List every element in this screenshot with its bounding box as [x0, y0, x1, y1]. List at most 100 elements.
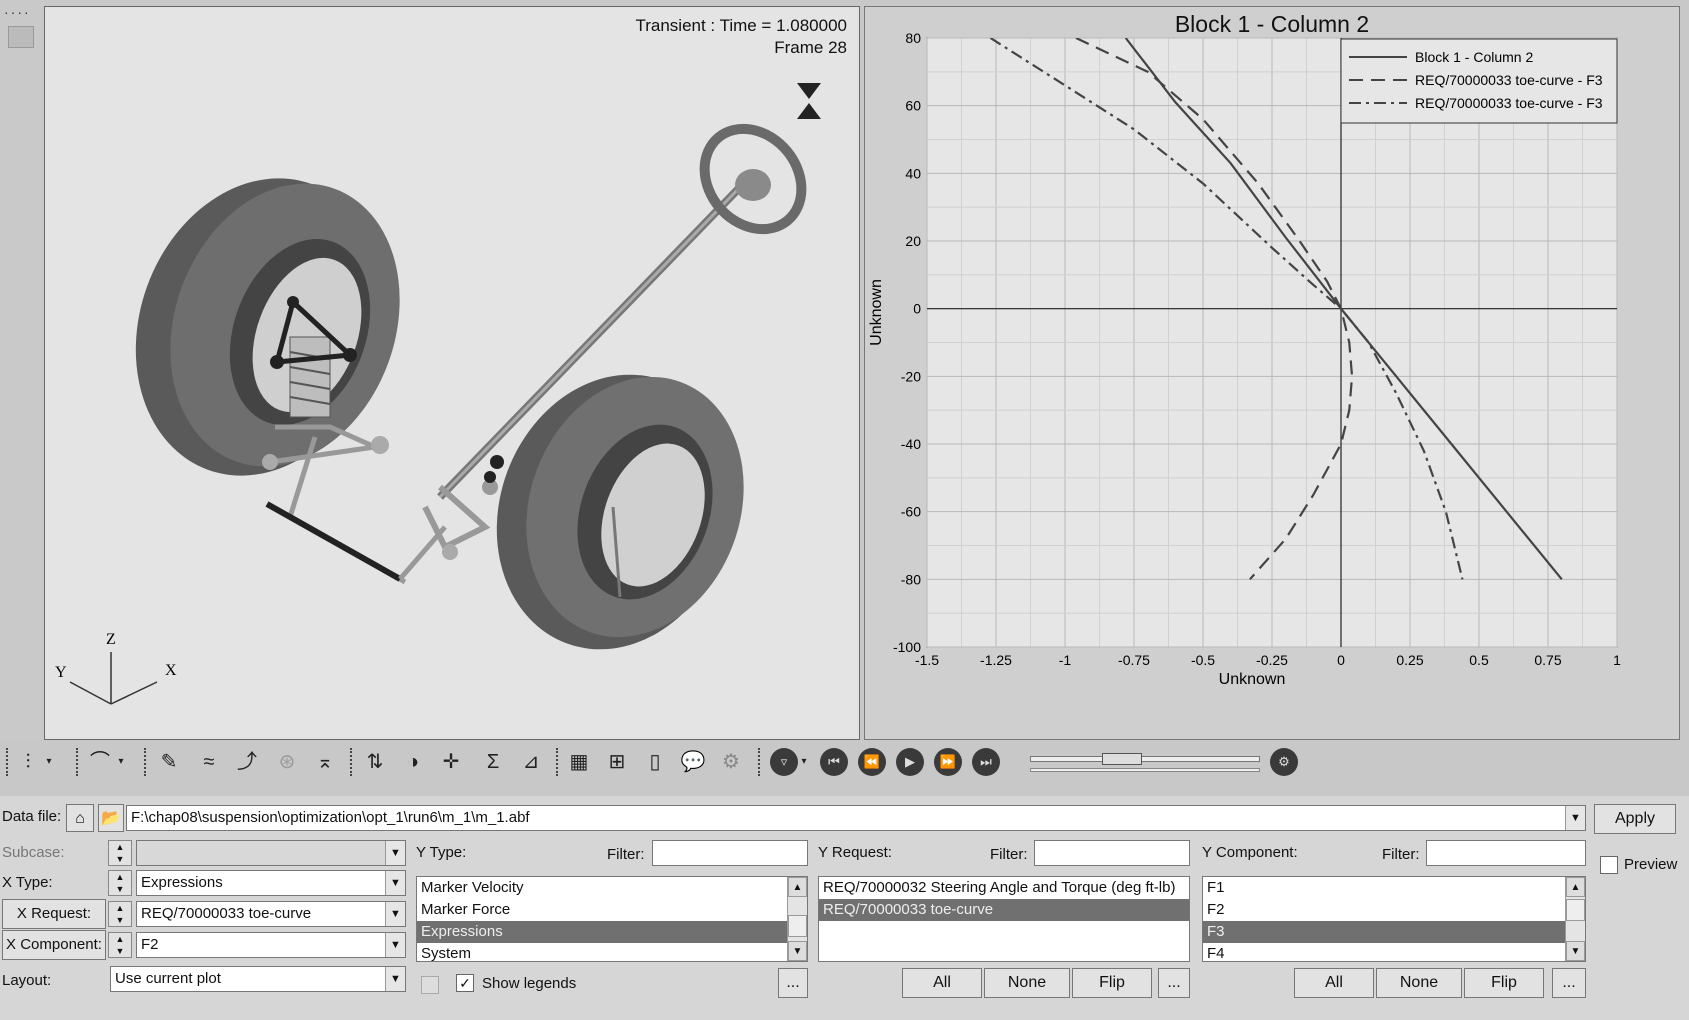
plot-type-icon[interactable]: ⫶ [14, 748, 42, 776]
chevron-down-icon[interactable]: ▼ [385, 841, 405, 865]
y-tick-label: -40 [901, 436, 921, 452]
x-component-select[interactable]: F2 ▼ [136, 932, 406, 958]
chevron-down-icon[interactable]: ▼ [385, 871, 405, 895]
curve-icon[interactable]: ⌒ [86, 748, 114, 776]
x-request-button[interactable]: X Request: [2, 899, 106, 929]
list-item[interactable]: Expressions [417, 921, 787, 943]
y-type-scrollbar[interactable]: ▲ ▼ [787, 877, 807, 961]
list-item[interactable]: F4 [1203, 943, 1565, 961]
play-icon[interactable]: ▶ [896, 748, 924, 776]
xy-plot[interactable]: -1.5 -1.25 -1 -0.75 -0.5 -0.25 0 0.25 0.5 0.75 180… [865, 7, 1681, 741]
fit-icon[interactable]: ⊿ [517, 748, 545, 776]
x-type-spinner[interactable]: ▲ ▼ [108, 870, 132, 896]
data-file-field[interactable]: F:\chap08\suspension\optimization\opt_1\… [126, 805, 1586, 831]
list-item[interactable]: System [417, 943, 787, 961]
chevron-down-icon[interactable]: ▼ [788, 941, 807, 961]
chevron-down-icon[interactable]: ▾ [42, 748, 56, 776]
show-legends-checkbox[interactable]: ✓ [456, 974, 474, 992]
suspension-model[interactable]: Z Y X [45, 7, 861, 741]
chevron-down-icon[interactable]: ▾ [798, 748, 810, 776]
step-back-icon[interactable]: ⏪ [858, 748, 886, 776]
first-frame-icon[interactable]: ⏮ [820, 748, 848, 776]
y-type-list[interactable]: ▲ ▼ Marker Velocity Marker Force Expressio… [416, 876, 808, 962]
slider-handle[interactable] [1102, 753, 1142, 765]
list-item[interactable]: REQ/70000032 Steering Angle and Torque (… [819, 877, 1189, 899]
math-curve-icon[interactable]: ≈ [195, 748, 223, 776]
apply-button[interactable]: Apply [1594, 804, 1676, 834]
chevron-down-icon[interactable]: ▼ [385, 967, 405, 991]
file-browser-icon[interactable]: ⌂ [66, 804, 94, 832]
y-component-scrollbar[interactable]: ▲ ▼ [1565, 877, 1585, 961]
list-item[interactable]: Marker Force [417, 899, 787, 921]
data-panel: Data file: ⌂ 📂 F:\chap08\suspension\opti… [0, 796, 1689, 1020]
grid-icon[interactable]: ▦ [565, 748, 593, 776]
3d-viewport[interactable]: Transient : Time = 1.080000 Frame 28 Z Y… [44, 6, 860, 740]
list-item[interactable]: F3 [1203, 921, 1565, 943]
add-curve-icon[interactable]: ⤴ [233, 748, 261, 776]
y-request-all-button[interactable]: All [902, 968, 982, 998]
settings-icon[interactable]: ⚙ [717, 748, 745, 776]
y-request-filter-input[interactable] [1034, 840, 1190, 866]
crosshair-icon[interactable]: ✛ [437, 748, 465, 776]
edit-curve-icon[interactable]: ✎ [155, 748, 183, 776]
y-component-all-button[interactable]: All [1294, 968, 1374, 998]
table-icon[interactable]: ⊞ [603, 748, 631, 776]
last-frame-icon[interactable]: ⏭ [972, 748, 1000, 776]
list-item[interactable]: REQ/70000033 toe-curve [819, 899, 1189, 921]
x-request-select[interactable]: REQ/70000033 toe-curve ▼ [136, 901, 406, 927]
x-type-select[interactable]: Expressions ▼ [136, 870, 406, 896]
window-icon[interactable] [8, 26, 34, 48]
animation-slider[interactable] [1030, 752, 1260, 772]
preview-checkbox[interactable] [1600, 856, 1618, 874]
x-component-spinner[interactable]: ▲ ▼ [108, 932, 132, 958]
x-request-spinner[interactable]: ▲ ▼ [108, 901, 132, 927]
y-component-flip-button[interactable]: Flip [1464, 968, 1544, 998]
chevron-down-icon[interactable]: ▼ [1565, 806, 1585, 830]
list-item[interactable]: F2 [1203, 899, 1565, 921]
chevron-down-icon[interactable]: ▾ [114, 748, 128, 776]
axis-triad-icon [69, 652, 158, 705]
toolbar-grip[interactable] [6, 748, 8, 776]
list-item[interactable]: Marker Velocity [417, 877, 787, 899]
data-file-label: Data file: [2, 808, 62, 825]
y-tick-label: 60 [905, 98, 921, 114]
derivative-icon[interactable]: ⇅ [361, 748, 389, 776]
disabled-checkbox [421, 976, 439, 994]
open-folder-icon[interactable]: 📂 [98, 804, 124, 832]
note-icon[interactable]: 💬 [679, 748, 707, 776]
y-type-filter-input[interactable] [652, 840, 808, 866]
y-type-more-button[interactable]: ... [778, 968, 808, 998]
y-component-filter-input[interactable] [1426, 840, 1586, 866]
y-component-none-button[interactable]: None [1376, 968, 1462, 998]
layout-select[interactable]: Use current plot ▼ [110, 966, 406, 992]
step-forward-icon[interactable]: ⏩ [934, 748, 962, 776]
chevron-down-icon[interactable]: ▼ [385, 902, 405, 926]
color-icon[interactable]: ◑ [399, 748, 427, 776]
y-component-more-button[interactable]: ... [1552, 968, 1586, 998]
page-icon[interactable]: ▯ [641, 748, 669, 776]
chevron-up-icon[interactable]: ▲ [788, 877, 807, 897]
sum-icon[interactable]: Σ [479, 748, 507, 776]
baseline-icon[interactable]: ⌅ [311, 748, 339, 776]
x-tick-label: 0.5 [1469, 652, 1489, 668]
scroll-thumb[interactable] [788, 915, 807, 937]
y-request-flip-button[interactable]: Flip [1072, 968, 1152, 998]
list-item[interactable]: F1 [1203, 877, 1565, 899]
x-component-button[interactable]: X Component: [2, 930, 106, 960]
chevron-down-icon[interactable]: ▼ [1566, 941, 1585, 961]
y-component-list[interactable]: ▲ ▼ F1 F2 F3 F4 [1202, 876, 1586, 962]
y-request-more-button[interactable]: ... [1158, 968, 1190, 998]
legend-entry: REQ/70000033 toe-curve - F3 [1415, 95, 1603, 111]
record-icon[interactable]: ▿ [770, 748, 798, 776]
animation-settings-icon[interactable]: ⚙ [1270, 748, 1298, 776]
chevron-down-icon[interactable]: ▼ [385, 933, 405, 957]
plot-panel[interactable]: Block 1 - Column 2 -1.5 -1.25 -1 -0.75 -0.5-… [864, 6, 1680, 740]
subcase-spinner[interactable]: ▲ ▼ [108, 840, 132, 866]
scroll-thumb[interactable] [1566, 899, 1585, 921]
chevron-up-icon[interactable]: ▲ [1566, 877, 1585, 897]
subcase-select[interactable]: ▼ [136, 840, 406, 866]
panel-grip-icon[interactable]: ···· [4, 4, 31, 20]
y-request-list[interactable]: REQ/70000032 Steering Angle and Torque (… [818, 876, 1190, 962]
legend-entry: Block 1 - Column 2 [1415, 49, 1533, 65]
y-request-none-button[interactable]: None [984, 968, 1070, 998]
